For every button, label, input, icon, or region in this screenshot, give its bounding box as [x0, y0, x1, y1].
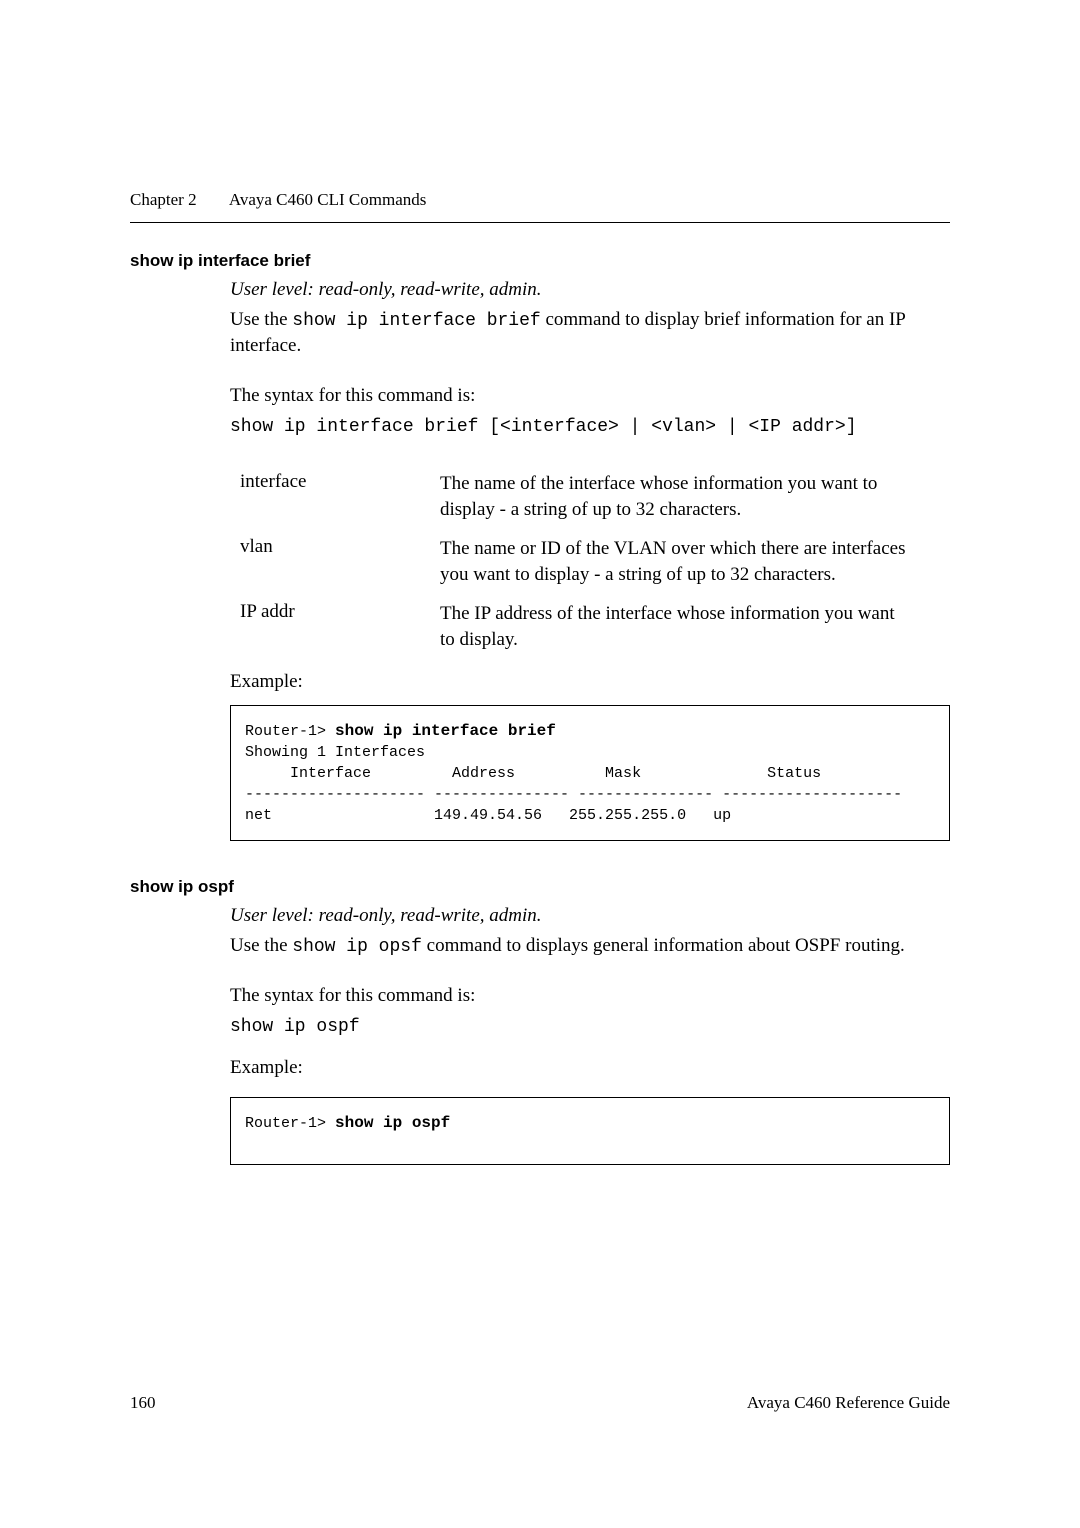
example-cmd: show ip ospf — [335, 1114, 450, 1132]
param-name: IP addr — [240, 601, 440, 652]
intro-prefix: Use the — [230, 309, 292, 330]
user-level-text: User level: read-only, read-write, admin… — [230, 905, 950, 927]
header-title: Avaya C460 CLI Commands — [229, 190, 427, 209]
example-code-box: Router-1> show ip ospf — [230, 1097, 950, 1165]
example-prompt: Router-1> — [245, 723, 335, 740]
param-row: vlan The name or ID of the VLAN over whi… — [230, 536, 950, 587]
intro-text: Use the show ip interface brief command … — [230, 307, 950, 359]
parameter-table: interface The name of the interface whos… — [230, 471, 950, 653]
user-level-text: User level: read-only, read-write, admin… — [230, 279, 950, 301]
param-row: interface The name of the interface whos… — [230, 471, 950, 522]
intro-cmd: show ip interface brief — [292, 311, 540, 331]
intro-prefix: Use the — [230, 935, 292, 956]
param-row: IP addr The IP address of the interface … — [230, 601, 950, 652]
intro-text: Use the show ip opsf command to displays… — [230, 933, 950, 959]
syntax-label: The syntax for this command is: — [230, 383, 950, 409]
param-name: vlan — [240, 536, 440, 587]
section-heading-show-ip-ospf: show ip ospf — [130, 877, 950, 897]
page-footer: 160 Avaya C460 Reference Guide — [130, 1393, 950, 1413]
param-desc: The IP address of the interface whose in… — [440, 601, 950, 652]
section1-content: User level: read-only, read-write, admin… — [230, 279, 950, 841]
section-heading-show-ip-interface-brief: show ip interface brief — [130, 251, 950, 271]
intro-cmd: show ip opsf — [292, 937, 422, 957]
example-code-box: Router-1> show ip interface brief Showin… — [230, 705, 950, 841]
page-number: 160 — [130, 1393, 156, 1413]
doc-title: Avaya C460 Reference Guide — [747, 1393, 950, 1413]
intro-suffix: command to displays general information … — [422, 935, 905, 956]
example-prompt: Router-1> — [245, 1115, 335, 1132]
param-desc: The name of the interface whose informat… — [440, 471, 950, 522]
section2-content: User level: read-only, read-write, admin… — [230, 905, 950, 1165]
param-desc: The name or ID of the VLAN over which th… — [440, 536, 950, 587]
example-output: Showing 1 Interfaces Interface Address M… — [245, 744, 902, 824]
syntax-label: The syntax for this command is: — [230, 983, 950, 1009]
example-cmd: show ip interface brief — [335, 722, 556, 740]
chapter-label: Chapter 2 — [130, 190, 197, 209]
param-name: interface — [240, 471, 440, 522]
syntax-command: show ip ospf — [230, 1015, 950, 1039]
page-header: Chapter 2 Avaya C460 CLI Commands — [130, 190, 950, 223]
example-label: Example: — [230, 1055, 950, 1081]
syntax-command: show ip interface brief [<interface> | <… — [230, 415, 950, 439]
example-label: Example: — [230, 671, 950, 693]
